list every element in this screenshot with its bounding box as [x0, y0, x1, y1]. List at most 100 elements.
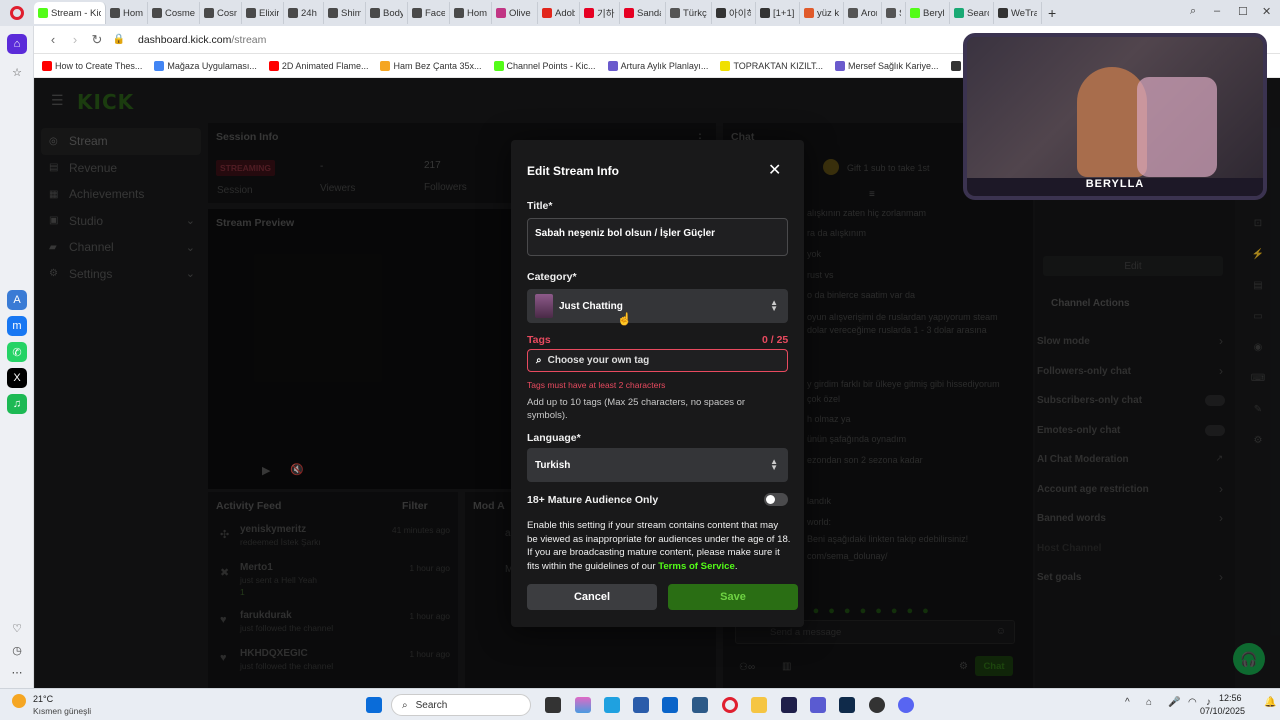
messenger-icon[interactable]: m — [7, 316, 27, 336]
lock-icon: 🔒 — [112, 34, 126, 45]
copilot-icon[interactable] — [575, 697, 591, 713]
browser-tab[interactable]: 아이하 — [712, 2, 756, 24]
opera-logo-icon[interactable] — [10, 6, 24, 20]
forward-icon[interactable]: › — [64, 32, 86, 47]
browser-tab[interactable]: Cosme — [148, 2, 200, 24]
bookmark-item[interactable]: Mağaza Uygulaması... — [154, 60, 257, 71]
browser-tab[interactable]: 24h M — [284, 2, 324, 24]
notifications-icon[interactable]: 🔔 — [1264, 697, 1276, 708]
tab-label: Olive S — [509, 7, 533, 19]
tab-favicon-icon — [998, 8, 1008, 18]
browser-tab[interactable]: Sandal — [620, 2, 666, 24]
teams-icon[interactable] — [810, 697, 826, 713]
tab-label: Arony — [861, 7, 877, 19]
browser-tab[interactable]: Shimm — [324, 2, 366, 24]
history-icon[interactable]: ◷ — [7, 640, 27, 660]
network-icon[interactable]: ⌂ — [1146, 697, 1152, 708]
tab-label: [1+1] — [773, 7, 795, 19]
browser-tab[interactable]: Home — [106, 2, 148, 24]
browser-tab[interactable]: yüz krı — [800, 2, 844, 24]
browser-tab[interactable]: Olive S — [492, 2, 538, 24]
search-icon: ⌕ — [536, 355, 542, 366]
browser-tab[interactable]: Adobe — [538, 2, 580, 24]
reload-icon[interactable]: ↻ — [86, 32, 108, 48]
bookmark-item[interactable]: TOPRAKTAN KIZILT... — [720, 60, 823, 71]
speed-dial-icon[interactable]: ☆ — [7, 62, 27, 82]
bookmark-favicon-icon — [493, 60, 504, 71]
browser-tab[interactable]: Search — [950, 2, 994, 24]
tab-favicon-icon — [412, 8, 422, 18]
spotify-icon[interactable]: ♫ — [7, 394, 27, 414]
bookmark-item[interactable]: 2D Animated Flame... — [268, 60, 368, 71]
browser-tab[interactable]: Cosme — [200, 2, 242, 24]
aria-icon[interactable]: A — [7, 290, 27, 310]
obs-icon[interactable] — [869, 697, 885, 713]
browser-tab[interactable]: Home — [450, 2, 492, 24]
start-icon[interactable] — [366, 697, 382, 713]
taskbar-search[interactable]: ⌕ Search — [391, 694, 531, 716]
browser-tab[interactable]: [1+1] — [756, 2, 800, 24]
browser-tab[interactable]: WeTra — [994, 2, 1042, 24]
category-value: Just Chatting — [559, 300, 623, 312]
wifi-icon[interactable]: ◠ — [1188, 697, 1197, 708]
whatsapp-icon[interactable]: ✆ — [7, 342, 27, 362]
browser-tab[interactable]: Arony — [844, 2, 882, 24]
bookmark-favicon-icon — [720, 60, 731, 71]
browser-tab[interactable]: Face a — [408, 2, 450, 24]
tags-label: Tags — [527, 334, 551, 346]
new-tab-button[interactable]: + — [1048, 5, 1056, 21]
app-icon[interactable] — [692, 697, 708, 713]
search-tabs-icon[interactable]: ⌕ — [1190, 5, 1196, 18]
bookmark-item[interactable]: How to Create Thes... — [42, 60, 142, 71]
bookmark-item[interactable]: Channel Points - Kic... — [493, 60, 596, 71]
url-field[interactable]: dashboard.kick.com/stream — [138, 34, 266, 46]
select-arrows-icon: ▲ ▼ — [770, 298, 778, 313]
save-button[interactable]: Save — [668, 584, 798, 610]
microphone-icon[interactable]: 🎤 — [1168, 697, 1180, 708]
tab-favicon-icon — [886, 8, 896, 18]
terms-of-service-link[interactable]: Terms of Service — [658, 561, 735, 572]
tray-chevron-icon[interactable]: ^ — [1125, 697, 1130, 708]
weather-icon[interactable] — [12, 694, 26, 708]
opera-taskbar-icon[interactable] — [722, 697, 738, 713]
task-view-icon[interactable] — [545, 697, 561, 713]
language-select[interactable]: Turkish ▲ ▼ — [527, 448, 788, 482]
minimize-icon[interactable]: – — [1214, 5, 1220, 17]
heart-icon[interactable]: ♡ — [7, 618, 27, 638]
file-explorer-icon[interactable] — [751, 697, 767, 713]
discord-icon[interactable] — [898, 697, 914, 713]
home-icon[interactable]: ⌂ — [7, 34, 27, 54]
x-icon[interactable]: X — [7, 368, 27, 388]
tab-label: Cosme — [165, 7, 195, 19]
outlook-icon[interactable] — [662, 697, 678, 713]
browser-tab[interactable]: Stream - Kick — [34, 2, 106, 24]
store-icon[interactable] — [633, 697, 649, 713]
browser-tab[interactable]: Elixir V — [242, 2, 284, 24]
after-effects-icon[interactable] — [781, 697, 797, 713]
cancel-button[interactable]: Cancel — [527, 584, 657, 610]
browser-tab[interactable]: 기하치 — [580, 2, 620, 24]
close-icon[interactable]: ✕ — [768, 160, 781, 180]
bookmark-favicon-icon — [380, 60, 391, 71]
tab-label: Home — [467, 7, 487, 19]
edge-icon[interactable] — [604, 697, 620, 713]
bookmark-item[interactable]: Mersef Sağlık Kariye... — [834, 60, 939, 71]
tags-input[interactable]: ⌕ Choose your own tag — [527, 349, 788, 372]
browser-tab[interactable]: Türkçe — [666, 2, 712, 24]
category-select[interactable]: Just Chatting ▲ ▼ — [527, 289, 788, 323]
clock-time[interactable]: 12:56 — [1219, 693, 1242, 703]
photoshop-icon[interactable] — [839, 697, 855, 713]
mature-toggle[interactable] — [764, 493, 788, 506]
close-window-icon[interactable]: ✕ — [1262, 5, 1271, 18]
browser-tab[interactable]: Beryll — [906, 2, 950, 24]
clock-date[interactable]: 07/10/2025 — [1200, 706, 1245, 716]
browser-tab[interactable]: Body B — [366, 2, 408, 24]
tab-label: 기하치 — [597, 9, 615, 20]
title-field[interactable]: Sabah neşeniz bol olsun / İşler Güçler — [527, 218, 788, 256]
back-icon[interactable]: ‹ — [42, 32, 64, 47]
bookmark-item[interactable]: Artura Aylık Planlayı... — [607, 60, 708, 71]
maximize-icon[interactable]: ☐ — [1238, 5, 1248, 18]
browser-tab[interactable]: Sky — [882, 2, 906, 24]
more-icon[interactable]: ⋯ — [7, 662, 27, 682]
bookmark-item[interactable]: Ham Bez Çanta 35x... — [380, 60, 482, 71]
